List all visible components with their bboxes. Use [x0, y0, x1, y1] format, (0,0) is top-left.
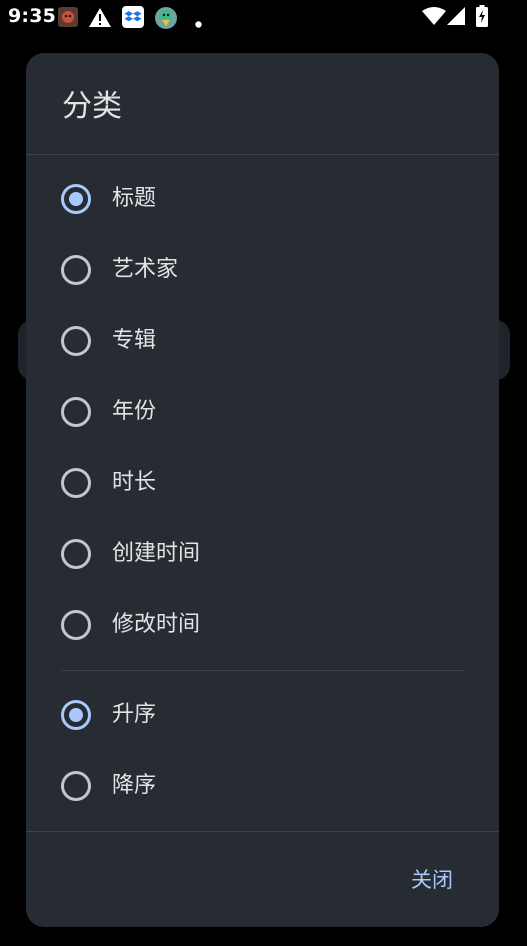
radio-checked-icon[interactable]	[61, 184, 91, 214]
sort-option-artist[interactable]: 艺术家	[26, 242, 499, 298]
option-label: 修改时间	[112, 612, 201, 637]
footer-divider	[26, 831, 499, 832]
screen: 9:35 分类 标题 艺术家 专辑 年份 时长 创建时间 修改时间 升序 降序 …	[0, 0, 527, 946]
battery-charging-icon	[476, 5, 488, 31]
radio-unchecked-icon[interactable]	[61, 468, 91, 498]
option-label: 专辑	[112, 328, 157, 353]
option-label: 时长	[112, 470, 157, 495]
sort-order-ascending[interactable]: 升序	[26, 687, 499, 743]
section-divider	[61, 670, 464, 671]
option-label: 降序	[112, 773, 157, 798]
sort-option-duration[interactable]: 时长	[26, 455, 499, 511]
close-button[interactable]: 关闭	[411, 865, 453, 895]
wifi-icon	[422, 7, 446, 29]
radio-checked-icon[interactable]	[61, 700, 91, 730]
app-icon-red	[58, 7, 78, 31]
signal-icon	[447, 7, 465, 29]
option-label: 创建时间	[112, 541, 201, 566]
bird-app-icon	[154, 6, 178, 34]
dialog-title: 分类	[62, 89, 122, 124]
radio-unchecked-icon[interactable]	[61, 397, 91, 427]
dropbox-icon	[122, 6, 144, 32]
sort-option-created-time[interactable]: 创建时间	[26, 526, 499, 582]
title-divider	[26, 154, 499, 155]
option-label: 年份	[112, 399, 157, 424]
option-label: 升序	[112, 702, 157, 727]
sort-option-year[interactable]: 年份	[26, 384, 499, 440]
status-bar: 9:35	[0, 0, 527, 34]
sort-option-album[interactable]: 专辑	[26, 313, 499, 369]
radio-unchecked-icon[interactable]	[61, 771, 91, 801]
warning-icon	[89, 8, 111, 31]
radio-unchecked-icon[interactable]	[61, 326, 91, 356]
dot-icon	[195, 13, 202, 32]
sort-option-title[interactable]: 标题	[26, 171, 499, 227]
radio-unchecked-icon[interactable]	[61, 610, 91, 640]
status-time: 9:35	[8, 5, 57, 27]
radio-unchecked-icon[interactable]	[61, 255, 91, 285]
option-label: 标题	[112, 186, 157, 211]
sort-order-descending[interactable]: 降序	[26, 758, 499, 814]
sort-dialog: 分类 标题 艺术家 专辑 年份 时长 创建时间 修改时间 升序 降序 关闭	[26, 53, 499, 927]
sort-option-modified-time[interactable]: 修改时间	[26, 597, 499, 653]
option-label: 艺术家	[112, 257, 179, 282]
radio-unchecked-icon[interactable]	[61, 539, 91, 569]
